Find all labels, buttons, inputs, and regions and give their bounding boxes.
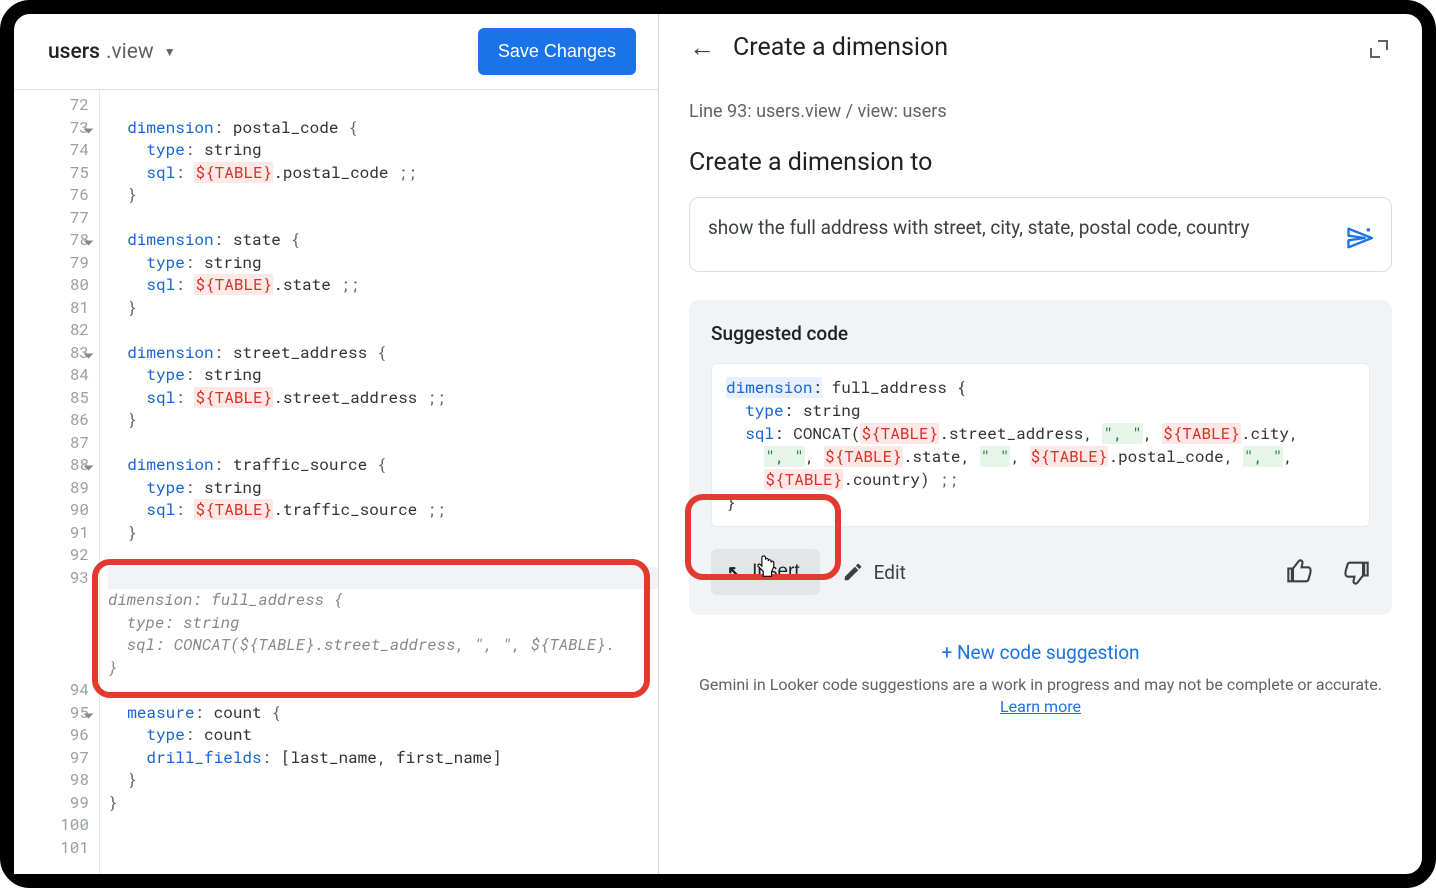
file-base-name: users <box>48 40 100 64</box>
disclaimer-text: Gemini in Looker code suggestions are a … <box>699 675 1382 694</box>
thumbs-up-icon[interactable] <box>1286 558 1314 586</box>
prompt-text: show the full address with street, city,… <box>708 216 1250 239</box>
file-name-dropdown[interactable]: users.view ▼ <box>48 40 176 64</box>
new-suggestion-link[interactable]: + New code suggestion <box>941 641 1139 664</box>
file-extension: .view <box>106 40 154 64</box>
chevron-down-icon: ▼ <box>164 45 176 59</box>
save-button[interactable]: Save Changes <box>478 28 636 75</box>
suggestion-label: Suggested code <box>711 322 1370 345</box>
assistant-pane: ← Create a dimension Line 93: users.view… <box>659 14 1422 874</box>
insert-label: Insert <box>752 561 800 583</box>
insert-arrow-icon: ↖ <box>727 562 742 583</box>
back-arrow-icon[interactable]: ← <box>689 32 715 63</box>
suggestion-panel: Suggested code dimension: full_address {… <box>689 300 1392 615</box>
suggestion-code[interactable]: dimension: full_address { type: string s… <box>711 363 1370 527</box>
edit-label: Edit <box>874 561 906 584</box>
new-suggestion-row: + New code suggestion <box>689 641 1392 664</box>
pencil-icon <box>842 561 864 583</box>
assistant-title: Create a dimension <box>733 33 948 62</box>
sub-title: Create a dimension to <box>689 148 1392 177</box>
line-gutter: 7273747576777879808182838485868788899091… <box>14 90 100 874</box>
line-info: Line 93: users.view / view: users <box>689 101 1392 122</box>
feedback-thumbs <box>1286 558 1370 586</box>
send-icon[interactable] <box>1345 224 1373 257</box>
insert-button[interactable]: ↖ Insert <box>711 549 820 595</box>
code-area[interactable]: dimension: postal_code { type: string sq… <box>100 90 658 874</box>
edit-button[interactable]: Edit <box>842 561 906 584</box>
action-row: ↖ Insert Edit <box>711 549 1370 595</box>
code-editor[interactable]: 7273747576777879808182838485868788899091… <box>14 90 658 874</box>
disclaimer: Gemini in Looker code suggestions are a … <box>689 674 1392 718</box>
editor-pane: users.view ▼ Save Changes 72737475767778… <box>14 14 659 874</box>
collapse-icon[interactable] <box>1370 40 1388 58</box>
editor-header: users.view ▼ Save Changes <box>14 14 658 90</box>
learn-more-link[interactable]: Learn more <box>1000 697 1081 716</box>
assistant-header: ← Create a dimension <box>689 14 1392 77</box>
prompt-input[interactable]: show the full address with street, city,… <box>689 197 1392 272</box>
thumbs-down-icon[interactable] <box>1342 558 1370 586</box>
